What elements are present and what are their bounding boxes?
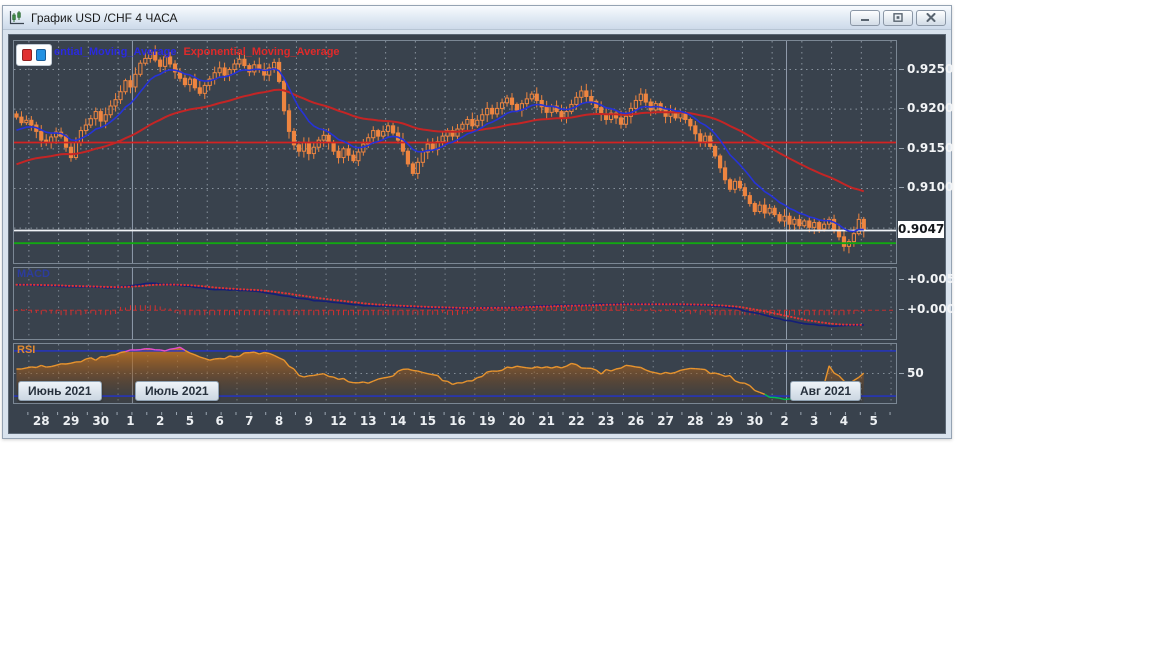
time-axis-label: 2 bbox=[155, 414, 165, 428]
time-axis-label: 5 bbox=[185, 414, 195, 428]
time-axis-label: 29 bbox=[62, 414, 80, 428]
price-tick-label: 0.9200 bbox=[898, 101, 954, 116]
rsi-tick-label: 50 bbox=[899, 365, 924, 380]
time-axis-label: 23 bbox=[597, 414, 615, 428]
time-axis-label: 2 bbox=[780, 414, 789, 428]
indicator-buttons bbox=[16, 44, 52, 66]
time-axis-label: 26 bbox=[627, 414, 645, 428]
time-axis-label: 28 bbox=[32, 414, 50, 428]
legend-ema-fast: ential_Moving_Average bbox=[54, 46, 177, 58]
time-axis-label: 1 bbox=[126, 414, 135, 428]
time-axis-label: 19 bbox=[478, 414, 496, 428]
time-axis-label: 22 bbox=[568, 414, 585, 428]
time-axis-label: 13 bbox=[359, 414, 377, 428]
month-label: Июль 2021 bbox=[135, 381, 219, 401]
month-label: Июнь 2021 bbox=[18, 381, 102, 401]
minimize-button[interactable] bbox=[850, 9, 880, 26]
time-axis-label: 4 bbox=[839, 414, 849, 428]
macd-panel[interactable]: MACD bbox=[13, 267, 897, 340]
month-label: Авг 2021 bbox=[790, 381, 862, 401]
current-price-value: 0.9047 bbox=[898, 221, 945, 236]
time-axis[interactable]: 28 29 30 1 2 5 6 7 8 9 12 13 14 15 16 19 20 21 22 23 26 27 28 2… bbox=[13, 405, 897, 432]
price-tick-label: 0.9250 bbox=[898, 61, 954, 76]
window-controls bbox=[850, 9, 946, 26]
macd-tick-label: +0.000 bbox=[898, 302, 956, 317]
time-axis-label: 29 bbox=[716, 414, 734, 428]
indicator-legend: ential_Moving_Average Exponential_Moving_… bbox=[54, 46, 340, 58]
time-axis-label: 20 bbox=[508, 414, 526, 428]
price-tick-label: 0.9100 bbox=[898, 180, 954, 195]
price-axis[interactable]: 0.9047 0.9250 0.9200 0.9150 0.9100 +0.005 +0.… bbox=[898, 35, 955, 433]
time-axis-label: 30 bbox=[92, 414, 110, 428]
time-axis-label: 5 bbox=[869, 414, 878, 428]
desktop: График USD /CHF 4 ЧАСА ential_Moving_Ave… bbox=[0, 0, 1152, 648]
time-axis-label: 16 bbox=[449, 414, 466, 428]
window-titlebar[interactable]: График USD /CHF 4 ЧАСА bbox=[3, 6, 951, 30]
time-axis-label: 27 bbox=[657, 414, 674, 428]
time-axis-label: 7 bbox=[245, 414, 254, 428]
restore-button[interactable] bbox=[883, 9, 913, 26]
chart-window: График USD /CHF 4 ЧАСА ential_Moving_Ave… bbox=[2, 5, 955, 439]
macd-tick-label: +0.005 bbox=[898, 271, 956, 286]
candlestick-chart-icon bbox=[8, 10, 26, 26]
chart-area[interactable]: ential_Moving_Average Exponential_Moving_… bbox=[8, 34, 955, 434]
macd-label: MACD bbox=[17, 268, 50, 280]
red-indicator-button[interactable] bbox=[22, 49, 32, 61]
time-axis-label: 15 bbox=[419, 414, 437, 428]
time-axis-label: 28 bbox=[686, 414, 704, 428]
time-axis-label: 9 bbox=[304, 414, 313, 428]
price-tick-label: 0.9150 bbox=[898, 140, 954, 155]
time-axis-label: 21 bbox=[538, 414, 555, 428]
time-axis-label: 6 bbox=[215, 414, 224, 428]
price-panel[interactable]: ential_Moving_Average Exponential_Moving_… bbox=[13, 40, 897, 264]
legend-ema-slow: Exponential_Moving_Average bbox=[183, 46, 340, 58]
close-button[interactable] bbox=[916, 9, 946, 26]
chart-client: ential_Moving_Average Exponential_Moving_… bbox=[3, 30, 955, 438]
current-price-box: 0.9047 bbox=[898, 220, 945, 238]
time-axis-label: 14 bbox=[389, 414, 407, 428]
window-title: График USD /CHF 4 ЧАСА bbox=[31, 10, 178, 25]
time-axis-label: 3 bbox=[810, 414, 819, 428]
rsi-label: RSI bbox=[17, 344, 36, 356]
time-axis-label: 8 bbox=[274, 414, 284, 428]
time-axis-label: 30 bbox=[746, 414, 764, 428]
blue-indicator-button[interactable] bbox=[36, 49, 46, 61]
time-axis-label: 12 bbox=[330, 414, 347, 428]
